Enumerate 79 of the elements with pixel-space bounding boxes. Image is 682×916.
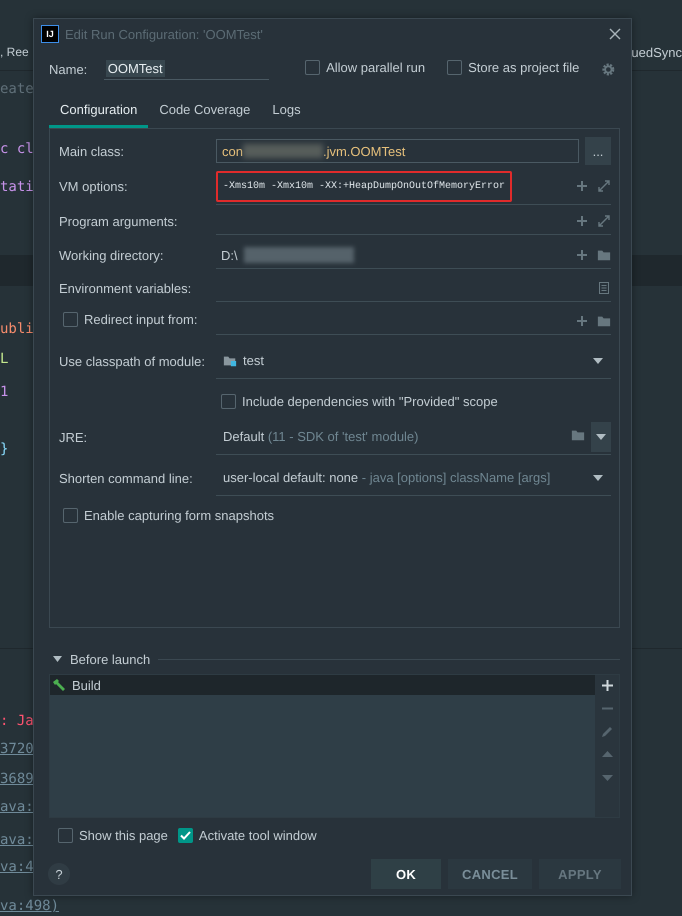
name-field[interactable]: OOMTest [104, 58, 270, 80]
text-field[interactable]: -Xms10m -Xmx10m -XX:+HeapDumpOnOutOfMemoryError [216, 168, 611, 204]
dialog-button[interactable]: OK [371, 859, 441, 889]
expand-icon[interactable] [597, 179, 611, 193]
field-label: Environment variables: [59, 280, 192, 296]
code-fragment: L [0, 351, 8, 367]
code-fragment: c cl [0, 141, 34, 157]
code-fragment: ava: [0, 832, 34, 848]
checkbox[interactable] [58, 828, 73, 843]
checkbox[interactable] [63, 508, 78, 522]
field-label: Use classpath of module: [59, 354, 206, 368]
field-label: Working directory: [59, 248, 165, 263]
code-fragment: eate [0, 81, 34, 97]
checkbox-label: Store as project file [468, 60, 580, 75]
field-value: con [222, 144, 243, 158]
code-fragment: ubli [0, 321, 34, 337]
module-folder-icon [223, 354, 237, 368]
field-value: user-local default: none - java [options] className [args] [223, 470, 550, 485]
tab-title-fragment: uedSync [631, 45, 682, 60]
checkbox-label: Redirect input from: [84, 312, 198, 327]
document-icon[interactable] [597, 280, 611, 294]
folder-icon[interactable] [571, 428, 585, 442]
task-item[interactable]: Build [50, 675, 595, 695]
field-value: -Xms10m -Xmx10m -XX:+HeapDumpOnOutOfMemoryError [223, 180, 506, 192]
field-value: Default (11 - SDK of 'test' module) [223, 429, 418, 444]
field-value: D:\ [221, 248, 238, 262]
field-label: VM options: [59, 179, 129, 194]
checkbox[interactable] [178, 828, 193, 843]
main-class-field[interactable]: con .jvm.OOMTest [216, 139, 579, 163]
checkbox[interactable] [63, 312, 78, 327]
field-label: Main class: [59, 144, 126, 158]
close-icon[interactable] [609, 28, 621, 40]
dropdown-arrow-icon[interactable] [596, 434, 606, 440]
checkbox-label: Show this page [79, 828, 168, 843]
module-dropdown[interactable]: test [216, 344, 611, 378]
checkbox-label: Include dependencies with "Provided" scope [242, 394, 498, 408]
code-fragment: 3689 [0, 771, 34, 787]
hammer-icon [52, 678, 66, 692]
tab[interactable]: Logs [261, 93, 312, 128]
expand-icon[interactable] [597, 214, 611, 228]
help-button[interactable]: ? [48, 863, 70, 885]
jre-dropdown[interactable]: Default (11 - SDK of 'test' module) [216, 420, 611, 454]
checkbox-label: Enable capturing form snapshots [84, 508, 274, 522]
code-fragment: : Ja [0, 713, 34, 729]
folder-icon[interactable] [597, 248, 611, 262]
checkbox[interactable] [221, 394, 236, 408]
code-fragment: va:4 [0, 859, 34, 875]
dropdown-arrow-icon[interactable] [593, 474, 603, 480]
checkbox[interactable] [305, 60, 320, 75]
field-label: Program arguments: [59, 214, 178, 229]
code-fragment: 3720 [0, 741, 34, 757]
field-value: .jvm.OOMTest [322, 144, 406, 158]
browse-button[interactable]: ... [585, 137, 611, 165]
pencil-icon[interactable] [600, 725, 614, 738]
window-title: Edit Run Configuration: 'OOMTest' [65, 26, 264, 42]
collapse-triangle-icon[interactable] [53, 656, 62, 662]
settings-icon[interactable] [601, 62, 616, 76]
code-fragment: , Ree [0, 45, 29, 59]
field-value: test [243, 353, 264, 368]
shorten-dropdown[interactable]: user-local default: none - java [options] className [args] [216, 460, 611, 496]
code-fragment: 1 [0, 384, 8, 400]
checkbox[interactable] [447, 60, 462, 75]
tab[interactable]: Configuration [49, 93, 148, 128]
code-fragment: ava: [0, 799, 34, 815]
checkbox-label: Activate tool window [198, 828, 317, 843]
checkbox-label: Allow parallel run [326, 60, 426, 75]
dialog-button[interactable]: CANCEL [448, 859, 532, 889]
folder-icon[interactable] [597, 314, 611, 328]
name-label: Name: [49, 62, 88, 76]
code-fragment: tati [0, 179, 34, 195]
app-logo: IJ [41, 25, 59, 43]
field-label: Shorten command line: [59, 470, 194, 486]
code-fragment: va:498) [0, 898, 60, 914]
dropdown-arrow-icon[interactable] [593, 358, 603, 364]
tab[interactable]: Code Coverage [148, 93, 262, 128]
field-label: JRE: [59, 430, 88, 444]
code-fragment: } [0, 441, 8, 457]
section-title[interactable]: Before launch [70, 652, 150, 666]
path-field[interactable]: D:\ [216, 242, 611, 269]
